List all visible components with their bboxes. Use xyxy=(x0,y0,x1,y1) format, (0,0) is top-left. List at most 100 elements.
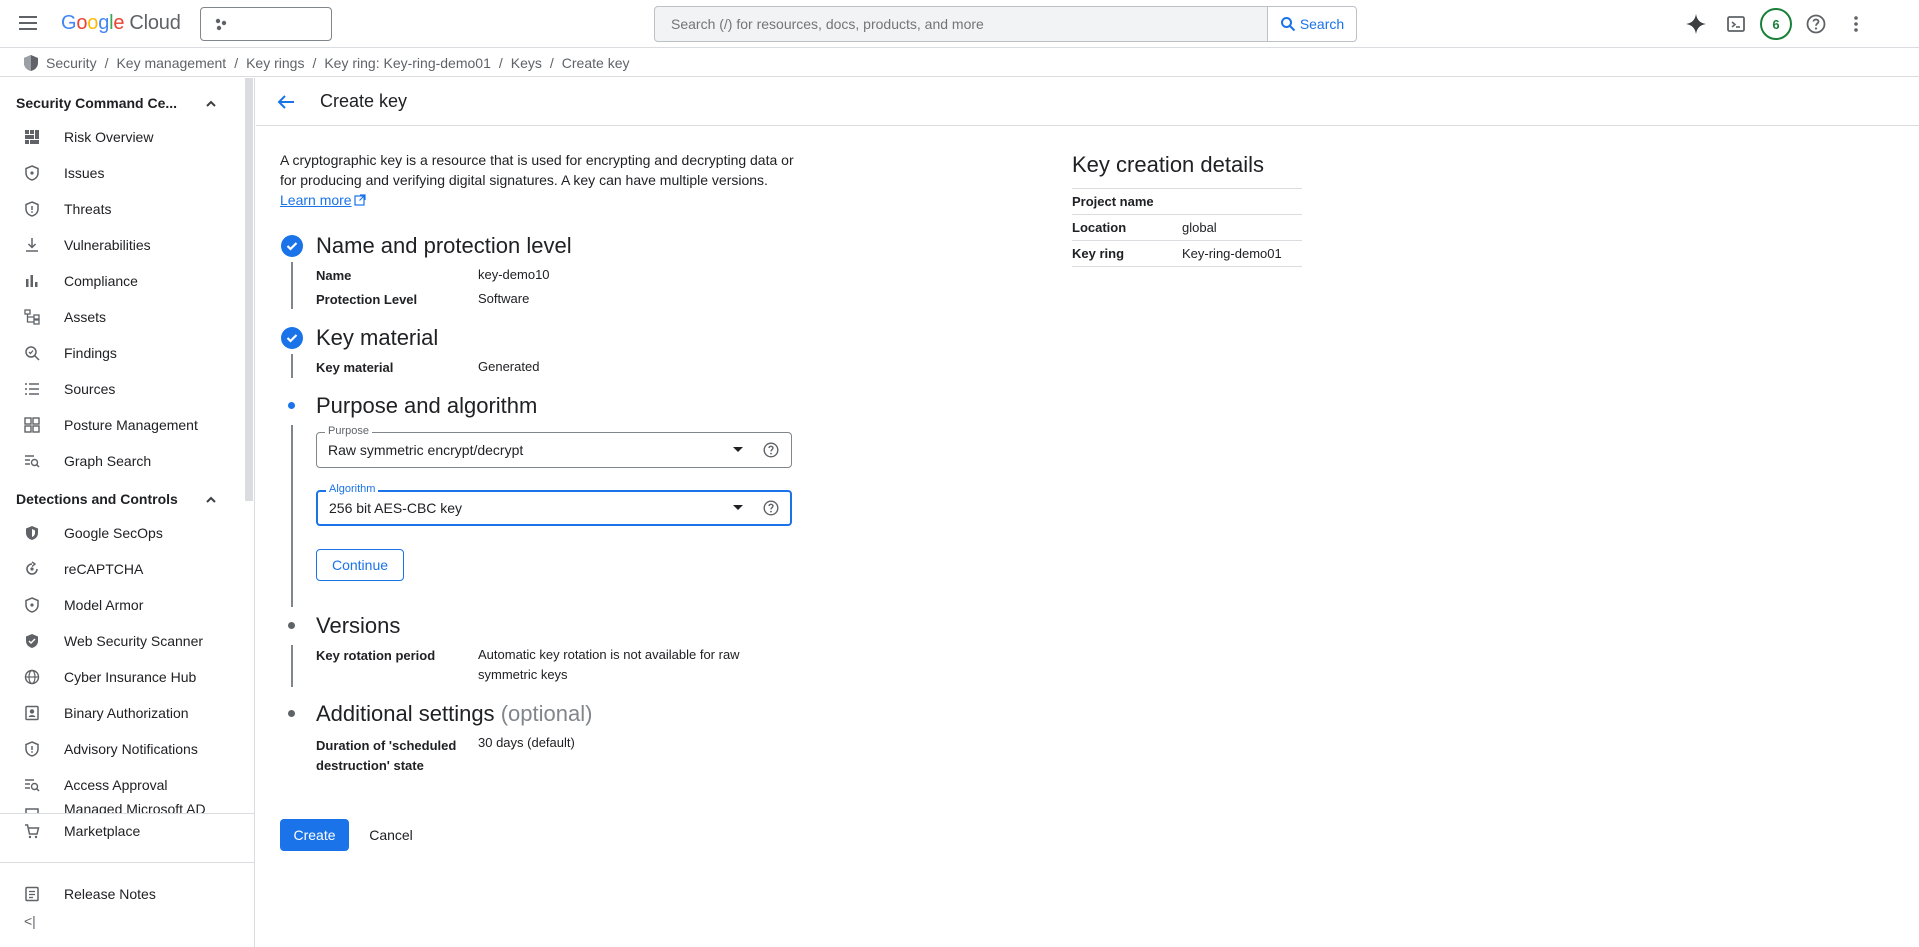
breadcrumb-key-rings[interactable]: Key rings xyxy=(246,55,304,71)
breadcrumb-security[interactable]: Security xyxy=(46,55,97,71)
project-picker-button[interactable] xyxy=(200,7,332,41)
logo-letter: g xyxy=(98,12,110,34)
sidebar-item-label: Vulnerabilities xyxy=(64,237,151,253)
help-icon[interactable] xyxy=(763,442,779,458)
step-completed-check-icon xyxy=(281,327,303,349)
sidebar-item-threats[interactable]: Threats xyxy=(0,192,245,226)
step-completed-check-icon xyxy=(281,235,303,257)
sidebar-item-label: Advisory Notifications xyxy=(64,741,198,757)
breadcrumb-key-ring[interactable]: Key ring: Key-ring-demo01 xyxy=(324,55,491,71)
sidebar-item-issues[interactable]: Issues xyxy=(0,156,245,190)
help-icon[interactable] xyxy=(1804,12,1828,36)
purpose-select[interactable]: Purpose Raw symmetric encrypt/decrypt xyxy=(316,425,792,468)
search-box[interactable] xyxy=(654,6,1268,42)
key-material-value: Generated xyxy=(478,359,540,374)
more-vert-icon[interactable] xyxy=(1844,12,1868,36)
step-connector-line xyxy=(291,425,293,607)
breadcrumb-separator: / xyxy=(312,54,317,71)
chevron-up-icon[interactable] xyxy=(204,97,218,111)
sidebar-item-cyber-insurance-hub[interactable]: Cyber Insurance Hub xyxy=(0,660,245,694)
help-icon[interactable] xyxy=(763,500,779,516)
sidebar-item-recaptcha[interactable]: reCAPTCHA xyxy=(0,552,245,586)
search-icon xyxy=(1280,17,1296,32)
key-ring-value: Key-ring-demo01 xyxy=(1182,240,1302,267)
algorithm-select[interactable]: Algorithm 256 bit AES-CBC key xyxy=(316,483,792,526)
sidebar-divider xyxy=(0,862,255,863)
sidebar-item-advisory-notifications[interactable]: Advisory Notifications xyxy=(0,732,245,766)
search-input[interactable] xyxy=(655,7,1267,41)
step-title-name-protection[interactable]: Name and protection level xyxy=(316,233,572,259)
logo-cloud-text: Cloud xyxy=(129,12,181,34)
search-list-icon xyxy=(25,455,40,468)
back-arrow-icon[interactable] xyxy=(274,90,298,114)
sidebar-item-web-security-scanner[interactable]: Web Security Scanner xyxy=(0,624,245,658)
sidebar-item-binary-authorization[interactable]: Binary Authorization xyxy=(0,696,245,730)
purpose-value: Raw symmetric encrypt/decrypt xyxy=(328,442,524,458)
sidebar-item-managed-microsoft-ad[interactable]: Managed Microsoft AD xyxy=(0,798,245,814)
search-button-label: Search xyxy=(1299,16,1345,32)
sidebar-item-label: Cyber Insurance Hub xyxy=(64,669,197,685)
details-row: Key ring Key-ring-demo01 xyxy=(1072,240,1302,267)
location-key: Location xyxy=(1072,214,1182,241)
continue-button[interactable]: Continue xyxy=(316,549,404,581)
gemini-spark-icon[interactable] xyxy=(1684,12,1708,36)
cancel-button[interactable]: Cancel xyxy=(360,819,422,851)
logo-letter: e xyxy=(113,12,125,34)
search-button[interactable]: Search xyxy=(1267,6,1357,42)
sidebar-item-label: Compliance xyxy=(64,273,138,289)
breadcrumb-key-management[interactable]: Key management xyxy=(116,55,226,71)
chevron-up-icon[interactable] xyxy=(204,493,218,507)
sidebar-item-sources[interactable]: Sources xyxy=(0,372,245,406)
key-rotation-period-value: Automatic key rotation is not available … xyxy=(478,647,740,682)
sidebar-item-release-notes[interactable]: Release Notes xyxy=(0,877,245,911)
collapse-sidebar-button[interactable]: <| xyxy=(24,913,36,929)
step-pending-dot xyxy=(288,622,295,629)
sidebar-item-google-secops[interactable]: Google SecOps xyxy=(0,516,245,550)
sidebar-item-model-armor[interactable]: Model Armor xyxy=(0,588,245,622)
step-title-versions: Versions xyxy=(316,613,401,638)
menu-icon[interactable] xyxy=(16,12,40,36)
notifications-badge[interactable]: 6 xyxy=(1760,8,1792,40)
sidebar-item-graph-search[interactable]: Graph Search xyxy=(0,444,245,478)
secops-icon xyxy=(26,526,38,540)
sidebar-item-findings[interactable]: Findings xyxy=(0,336,245,370)
project-name-value xyxy=(1182,188,1302,215)
sidebar-item-assets[interactable]: Assets xyxy=(0,300,245,334)
sidebar-item-label: Model Armor xyxy=(64,597,144,613)
logo-letter: G xyxy=(61,12,77,34)
sidebar-item-marketplace[interactable]: Marketplace xyxy=(0,814,245,848)
logo-letter: o xyxy=(87,12,99,34)
key-rotation-period-key: Key rotation period xyxy=(316,648,436,663)
destruction-duration-value: 30 days (default) xyxy=(478,735,575,750)
sidebar-scrollbar[interactable] xyxy=(245,78,253,501)
step-title-key-material[interactable]: Key material xyxy=(316,325,438,351)
cloud-shell-icon[interactable] xyxy=(1724,12,1748,36)
sidebar-item-access-approval[interactable]: Access Approval xyxy=(0,768,245,802)
sidebar-item-risk-overview[interactable]: Risk Overview xyxy=(0,120,245,154)
sidebar-item-posture-management[interactable]: Posture Management xyxy=(0,408,245,442)
sidebar-item-vulnerabilities[interactable]: Vulnerabilities xyxy=(0,228,245,262)
security-shield-icon xyxy=(24,54,38,71)
sidebar-section-detections-and-controls[interactable]: Detections and Controls xyxy=(16,491,178,507)
sidebar-item-compliance[interactable]: Compliance xyxy=(0,264,245,298)
key-creation-details-table: Project name Location global Key ring Ke… xyxy=(1072,188,1302,267)
protection-level-key: Protection Level xyxy=(316,292,418,307)
sidebar-item-label: Threats xyxy=(64,201,112,217)
top-bar: GoogleCloud Search 6 xyxy=(0,0,1919,48)
algorithm-value: 256 bit AES-CBC key xyxy=(329,500,463,516)
hierarchy-icon xyxy=(24,309,40,325)
step-title-additional-settings: Additional settings (optional) xyxy=(316,701,592,727)
breadcrumb-separator: / xyxy=(498,54,503,71)
learn-more-link[interactable]: Learn more xyxy=(280,192,366,208)
sidebar-item-label: Assets xyxy=(64,309,107,325)
dropdown-caret-icon xyxy=(733,447,743,452)
create-button[interactable]: Create xyxy=(280,819,349,851)
breadcrumb-keys[interactable]: Keys xyxy=(511,55,542,71)
step-pending-dot xyxy=(288,710,295,717)
sidebar-item-label: reCAPTCHA xyxy=(64,561,144,577)
sidebar-section-security-command-center[interactable]: Security Command Ce... xyxy=(16,95,177,111)
sidebar-item-label: Posture Management xyxy=(64,417,198,433)
project-name-key: Project name xyxy=(1072,188,1182,215)
google-cloud-logo[interactable]: Google Cloud xyxy=(61,12,181,35)
external-link-icon xyxy=(353,194,366,206)
